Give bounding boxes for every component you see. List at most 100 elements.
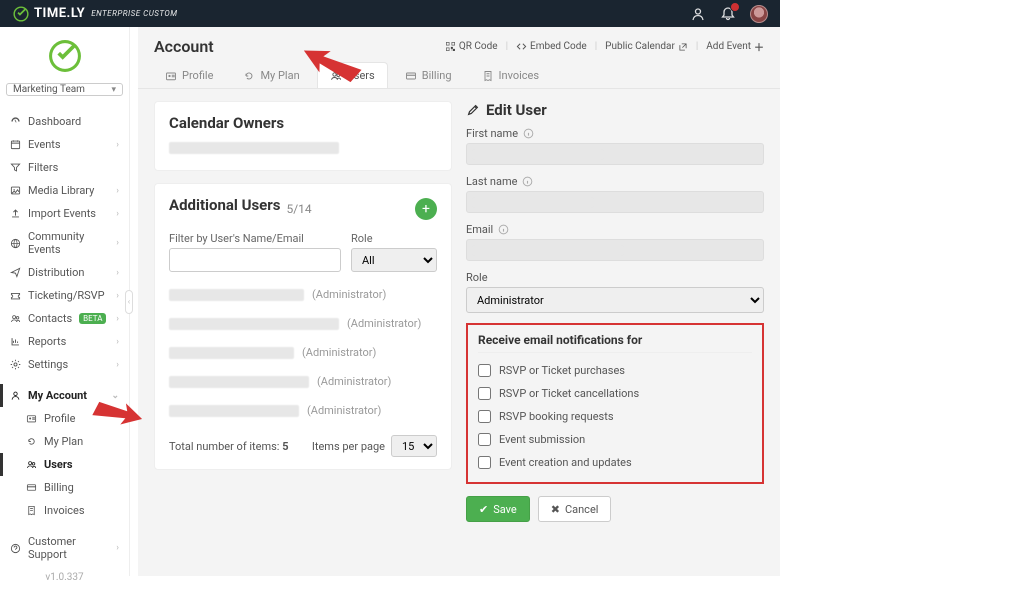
people-icon [26, 459, 37, 470]
sidebar-my-account[interactable]: My Account⌄ [0, 384, 129, 407]
checkbox-label: RSVP or Ticket cancellations [499, 387, 639, 400]
sidebar-item-reports[interactable]: Reports› [0, 330, 129, 353]
redacted-text [169, 405, 299, 417]
notification-checkbox[interactable]: RSVP or Ticket cancellations [478, 382, 752, 405]
sidebar-support[interactable]: Customer Support› [0, 530, 129, 566]
sidebar-item-ticketing-rsvp[interactable]: Ticketing/RSVP› [0, 284, 129, 307]
last-name-input[interactable] [466, 191, 764, 213]
info-icon[interactable] [498, 224, 509, 235]
sidebar-item-label: Ticketing/RSVP [28, 289, 105, 302]
redacted-text [169, 376, 309, 388]
edit-user-title: Edit User [466, 101, 764, 119]
sidebar-item-dashboard[interactable]: Dashboard [0, 110, 129, 133]
avatar[interactable] [750, 5, 768, 23]
items-per-page-select[interactable]: 15 [391, 435, 437, 457]
sidebar-item-settings[interactable]: Settings› [0, 353, 129, 376]
filter-name-input[interactable] [169, 248, 341, 272]
checkbox-input[interactable] [478, 364, 491, 377]
user-row[interactable]: (Administrator) [169, 396, 437, 425]
tab-users[interactable]: Users [317, 62, 388, 88]
role-select[interactable]: Administrator [466, 287, 764, 313]
tabs: Profile My Plan UsersBillingInvoices [138, 56, 780, 89]
sidebar-sub-my-plan[interactable]: My Plan [0, 430, 129, 453]
sidebar-item-label: Profile [44, 412, 75, 425]
notifications-title: Receive email notifications for [478, 333, 752, 353]
checkbox-input[interactable] [478, 433, 491, 446]
user-row[interactable]: (Administrator) [169, 367, 437, 396]
sidebar-item-label: Billing [44, 481, 74, 494]
checkbox-label: Event creation and updates [499, 456, 632, 469]
info-icon[interactable] [523, 128, 534, 139]
tab-label: My Plan [260, 69, 299, 82]
sidebar-logo[interactable] [0, 37, 129, 75]
user-row[interactable]: (Administrator) [169, 309, 437, 338]
account-icon[interactable] [690, 6, 706, 22]
tab-billing[interactable]: Billing [392, 62, 465, 88]
tab-my-plan[interactable]: My Plan [230, 62, 312, 88]
sidebar-item-contacts[interactable]: ContactsBETA› [0, 307, 129, 330]
checkbox-label: Event submission [499, 433, 585, 446]
checkbox-input[interactable] [478, 387, 491, 400]
sidebar-sub-billing[interactable]: Billing [0, 476, 129, 499]
main-content: Account QR Code | Embed Code | Public Ca… [138, 27, 780, 576]
sidebar-item-events[interactable]: Events› [0, 133, 129, 156]
qr-code-link[interactable]: QR Code [445, 41, 498, 52]
sidebar-item-label: My Plan [44, 435, 83, 448]
user-role: (Administrator) [307, 404, 381, 417]
info-icon[interactable] [522, 176, 533, 187]
notification-checkbox[interactable]: Event creation and updates [478, 451, 752, 474]
tab-invoices[interactable]: Invoices [469, 62, 553, 88]
sidebar-item-label: Settings [28, 358, 68, 371]
calendar-owners-card: Calendar Owners [154, 101, 452, 171]
notification-checkbox[interactable]: Event submission [478, 428, 752, 451]
calendar-icon [10, 139, 21, 150]
redacted-text [169, 347, 294, 359]
sidebar-item-label: Reports [28, 335, 66, 348]
notification-checkbox[interactable]: RSVP booking requests [478, 405, 752, 428]
tab-profile[interactable]: Profile [152, 62, 226, 88]
sidebar-item-label: Filters [28, 161, 58, 174]
sidebar-sub-invoices[interactable]: Invoices [0, 499, 129, 522]
edit-user-panel: Edit User First name Last name Email [466, 101, 764, 522]
checkbox-input[interactable] [478, 410, 491, 423]
embed-code-link[interactable]: Embed Code [516, 41, 587, 52]
user-role: (Administrator) [347, 317, 421, 330]
sidebar-item-import-events[interactable]: Import Events› [0, 202, 129, 225]
sidebar-item-community-events[interactable]: Community Events› [0, 225, 129, 261]
add-user-button[interactable]: + [415, 198, 437, 220]
filter-icon [10, 162, 21, 173]
brand-name: TIME.LY [34, 6, 85, 21]
brand-logo[interactable]: TIME.LY ENTERPRISE CUSTOM [12, 5, 177, 23]
sidebar-item-filters[interactable]: Filters [0, 156, 129, 179]
calendar-owners-title: Calendar Owners [169, 114, 437, 132]
sidebar-item-distribution[interactable]: Distribution› [0, 261, 129, 284]
sidebar-sub-users[interactable]: Users [0, 453, 129, 476]
user-role: (Administrator) [317, 375, 391, 388]
topbar: TIME.LY ENTERPRISE CUSTOM [0, 0, 780, 27]
filter-role-select[interactable]: All [351, 248, 437, 272]
additional-users-card: Additional Users 5/14 + Filter by User's… [154, 183, 452, 470]
image-icon [10, 185, 21, 196]
user-row[interactable]: (Administrator) [169, 280, 437, 309]
sidebar-resize-handle[interactable]: ‹ [130, 27, 138, 576]
bell-icon[interactable] [720, 6, 736, 22]
user-role: (Administrator) [302, 346, 376, 359]
beta-badge: BETA [79, 313, 106, 324]
brand-sub: ENTERPRISE CUSTOM [91, 9, 177, 18]
team-selector[interactable]: Marketing Team [6, 83, 123, 96]
add-event-link[interactable]: Add Event ＋ [706, 39, 764, 54]
notification-checkbox[interactable]: RSVP or Ticket purchases [478, 359, 752, 382]
save-button[interactable]: ✔ Save [466, 496, 530, 522]
sidebar-item-media-library[interactable]: Media Library› [0, 179, 129, 202]
cancel-button[interactable]: ✖ Cancel [538, 496, 612, 522]
user-row[interactable]: (Administrator) [169, 338, 437, 367]
gear-icon [10, 359, 21, 370]
card-icon [26, 482, 37, 493]
email-input[interactable] [466, 239, 764, 261]
checkbox-input[interactable] [478, 456, 491, 469]
version-text: v1.0.337 [0, 566, 129, 589]
first-name-input[interactable] [466, 143, 764, 165]
redacted-text [169, 318, 339, 330]
sidebar-sub-profile[interactable]: Profile [0, 407, 129, 430]
public-calendar-link[interactable]: Public Calendar [605, 41, 688, 52]
